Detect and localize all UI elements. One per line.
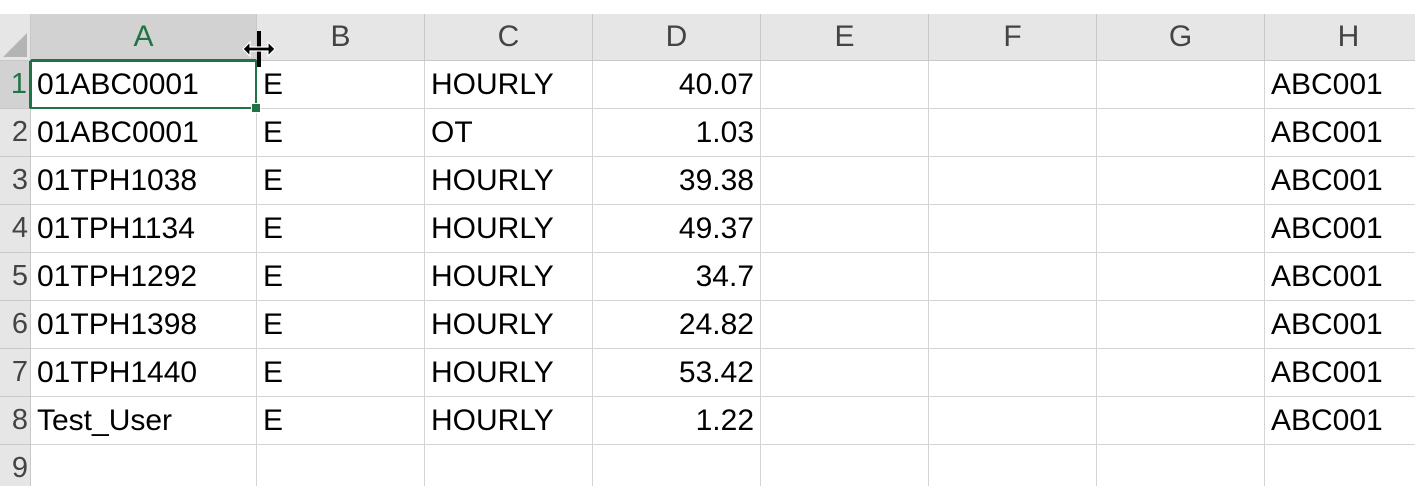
column-resize-cursor-icon xyxy=(242,31,276,67)
row-header-8[interactable]: 8 xyxy=(0,397,31,445)
cell-g1[interactable] xyxy=(1097,61,1265,109)
cell-a3[interactable]: 01TPH1038 xyxy=(31,157,257,205)
cell-d9[interactable] xyxy=(593,445,761,486)
cell-e4[interactable] xyxy=(761,205,929,253)
cell-e2[interactable] xyxy=(761,109,929,157)
cell-a9[interactable] xyxy=(31,445,257,486)
cell-d1[interactable]: 40.07 xyxy=(593,61,761,109)
cell-c2[interactable]: OT xyxy=(425,109,593,157)
cell-g8[interactable] xyxy=(1097,397,1265,445)
cell-g4[interactable] xyxy=(1097,205,1265,253)
column-header-h[interactable]: H xyxy=(1265,14,1415,61)
cell-h1[interactable]: ABC001 xyxy=(1265,61,1415,109)
cell-e7[interactable] xyxy=(761,349,929,397)
cell-h5[interactable]: ABC001 xyxy=(1265,253,1415,301)
column-header-b[interactable]: B xyxy=(257,14,425,61)
cell-f7[interactable] xyxy=(929,349,1097,397)
cell-g6[interactable] xyxy=(1097,301,1265,349)
cell-c3[interactable]: HOURLY xyxy=(425,157,593,205)
column-header-d[interactable]: D xyxy=(593,14,761,61)
cell-d5[interactable]: 34.7 xyxy=(593,253,761,301)
cell-g9[interactable] xyxy=(1097,445,1265,486)
cell-g2[interactable] xyxy=(1097,109,1265,157)
cell-e6[interactable] xyxy=(761,301,929,349)
cell-e1[interactable] xyxy=(761,61,929,109)
cell-g7[interactable] xyxy=(1097,349,1265,397)
cell-f2[interactable] xyxy=(929,109,1097,157)
cell-b1[interactable]: E xyxy=(257,61,425,109)
row-header-2[interactable]: 2 xyxy=(0,109,31,157)
cell-c8[interactable]: HOURLY xyxy=(425,397,593,445)
row-header-4[interactable]: 4 xyxy=(0,205,31,253)
cell-g3[interactable] xyxy=(1097,157,1265,205)
cell-b9[interactable] xyxy=(257,445,425,486)
row-header-7[interactable]: 7 xyxy=(0,349,31,397)
cell-e8[interactable] xyxy=(761,397,929,445)
column-header-a[interactable]: A xyxy=(31,14,257,61)
cell-d8[interactable]: 1.22 xyxy=(593,397,761,445)
cell-d4[interactable]: 49.37 xyxy=(593,205,761,253)
cell-a8[interactable]: Test_User xyxy=(31,397,257,445)
cell-e3[interactable] xyxy=(761,157,929,205)
cell-a4[interactable]: 01TPH1134 xyxy=(31,205,257,253)
cell-a7[interactable]: 01TPH1440 xyxy=(31,349,257,397)
cell-f9[interactable] xyxy=(929,445,1097,486)
column-header-c[interactable]: C xyxy=(425,14,593,61)
top-strip xyxy=(0,0,1415,14)
cell-h8[interactable]: ABC001 xyxy=(1265,397,1415,445)
cell-b4[interactable]: E xyxy=(257,205,425,253)
cell-b8[interactable]: E xyxy=(257,397,425,445)
fill-handle[interactable] xyxy=(251,103,261,113)
column-header-g[interactable]: G xyxy=(1097,14,1265,61)
cell-f6[interactable] xyxy=(929,301,1097,349)
cell-e5[interactable] xyxy=(761,253,929,301)
cell-h4[interactable]: ABC001 xyxy=(1265,205,1415,253)
spreadsheet-grid: ABCDEFGH 123456789 01ABC0001 E HOURLY 40.07… xyxy=(0,0,1415,486)
cell-b3[interactable]: E xyxy=(257,157,425,205)
select-all-triangle-icon xyxy=(3,33,27,57)
cell-a5[interactable]: 01TPH1292 xyxy=(31,253,257,301)
cell-f5[interactable] xyxy=(929,253,1097,301)
cell-c6[interactable]: HOURLY xyxy=(425,301,593,349)
row-header-3[interactable]: 3 xyxy=(0,157,31,205)
cell-h7[interactable]: ABC001 xyxy=(1265,349,1415,397)
cell-a6[interactable]: 01TPH1398 xyxy=(31,301,257,349)
row-header-1[interactable]: 1 xyxy=(0,61,31,109)
select-all-corner[interactable] xyxy=(0,14,31,61)
cell-f8[interactable] xyxy=(929,397,1097,445)
cell-d6[interactable]: 24.82 xyxy=(593,301,761,349)
cell-c7[interactable]: HOURLY xyxy=(425,349,593,397)
cell-c9[interactable] xyxy=(425,445,593,486)
cell-h3[interactable]: ABC001 xyxy=(1265,157,1415,205)
cell-a2[interactable]: 01ABC0001 xyxy=(31,109,257,157)
column-header-f[interactable]: F xyxy=(929,14,1097,61)
cell-f1[interactable] xyxy=(929,61,1097,109)
column-header-e[interactable]: E xyxy=(761,14,929,61)
row-header-5[interactable]: 5 xyxy=(0,253,31,301)
cell-d7[interactable]: 53.42 xyxy=(593,349,761,397)
cell-b6[interactable]: E xyxy=(257,301,425,349)
cell-c5[interactable]: HOURLY xyxy=(425,253,593,301)
row-header-9[interactable]: 9 xyxy=(0,445,31,486)
cell-a1[interactable]: 01ABC0001 xyxy=(31,61,257,109)
cell-h2[interactable]: ABC001 xyxy=(1265,109,1415,157)
cell-d3[interactable]: 39.38 xyxy=(593,157,761,205)
cell-f3[interactable] xyxy=(929,157,1097,205)
cell-c4[interactable]: HOURLY xyxy=(425,205,593,253)
cell-g5[interactable] xyxy=(1097,253,1265,301)
cell-d2[interactable]: 1.03 xyxy=(593,109,761,157)
row-header-6[interactable]: 6 xyxy=(0,301,31,349)
cell-c1[interactable]: HOURLY xyxy=(425,61,593,109)
cell-h6[interactable]: ABC001 xyxy=(1265,301,1415,349)
cell-b7[interactable]: E xyxy=(257,349,425,397)
cell-b5[interactable]: E xyxy=(257,253,425,301)
cell-h9[interactable] xyxy=(1265,445,1415,486)
cell-e9[interactable] xyxy=(761,445,929,486)
cell-f4[interactable] xyxy=(929,205,1097,253)
cell-b2[interactable]: E xyxy=(257,109,425,157)
